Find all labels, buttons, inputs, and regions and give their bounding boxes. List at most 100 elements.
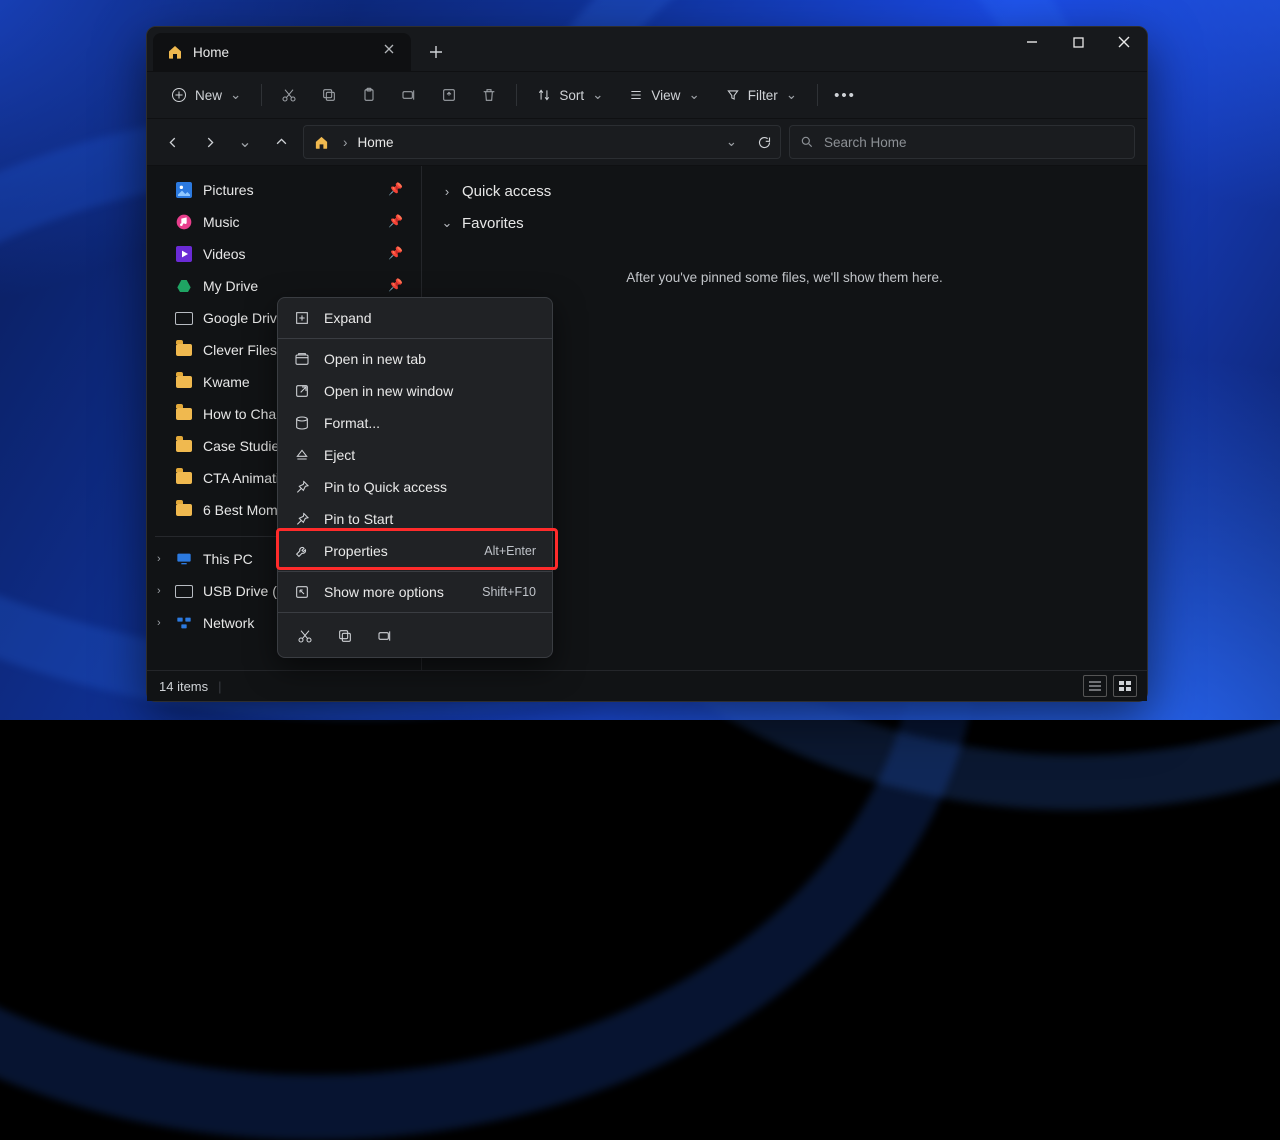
ctx-label: Show more options [324, 584, 444, 600]
ctx-label: Open in new tab [324, 351, 426, 367]
new-label: New [195, 88, 222, 103]
ctx-label: Open in new window [324, 383, 453, 399]
home-icon [314, 135, 329, 150]
ctx-expand[interactable]: Expand [278, 302, 552, 334]
new-tab-button[interactable] [421, 37, 451, 67]
ctx-show-more[interactable]: Show more options Shift+F10 [278, 576, 552, 608]
rename-button[interactable] [392, 80, 426, 110]
pictures-icon [175, 181, 193, 199]
cut-button[interactable] [272, 80, 306, 110]
back-button[interactable] [159, 128, 187, 156]
maximize-button[interactable] [1055, 27, 1101, 57]
ctx-label: Expand [324, 310, 371, 326]
empty-state-text: After you've pinned some files, we'll sh… [440, 270, 1129, 285]
sidebar-item-label: This PC [203, 551, 253, 567]
group-quick-access[interactable]: ›Quick access [440, 178, 1129, 204]
share-button[interactable] [432, 80, 466, 110]
chevron-down-icon: ⌄ [440, 215, 454, 231]
sort-button[interactable]: Sort ⌄ [527, 80, 613, 110]
folder-icon [175, 437, 193, 455]
separator [278, 612, 552, 613]
tab-title: Home [193, 45, 229, 60]
more-icon [294, 584, 310, 600]
ctx-pin-quick-access[interactable]: Pin to Quick access [278, 471, 552, 503]
ctx-cut-button[interactable] [294, 625, 316, 647]
sidebar-item-label: Music [203, 214, 240, 230]
forward-button[interactable] [195, 128, 223, 156]
refresh-button[interactable] [757, 135, 772, 150]
view-button[interactable]: View ⌄ [619, 80, 709, 110]
drive-icon [175, 582, 193, 600]
pin-icon: 📌 [388, 278, 403, 292]
ctx-label: Pin to Start [324, 511, 393, 527]
videos-icon [175, 245, 193, 263]
pc-icon [175, 550, 193, 568]
context-menu: Expand Open in new tab Open in new windo… [277, 297, 553, 658]
folder-icon [175, 405, 193, 423]
plus-circle-icon [171, 87, 187, 103]
chevron-down-icon: ⌄ [786, 87, 797, 103]
ctx-label: Format... [324, 415, 380, 431]
filter-button[interactable]: Filter ⌄ [716, 80, 807, 110]
home-icon [167, 44, 183, 60]
filter-icon [726, 88, 740, 102]
music-icon [175, 213, 193, 231]
drive-icon [175, 309, 193, 327]
tab-home[interactable]: Home [153, 33, 411, 71]
sidebar-item-label: Clever Files [203, 342, 277, 358]
sidebar-item-music[interactable]: Music📌 [151, 206, 415, 238]
sidebar-item-label: Kwame [203, 374, 250, 390]
ctx-eject[interactable]: Eject [278, 439, 552, 471]
sidebar-item-label: Case Studies [203, 438, 286, 454]
group-label: Quick access [462, 183, 551, 200]
separator [261, 84, 262, 106]
pin-icon [294, 479, 310, 495]
details-view-button[interactable] [1083, 675, 1107, 697]
folder-icon [175, 373, 193, 391]
separator [817, 84, 818, 106]
search-box[interactable]: Search Home [789, 125, 1135, 159]
sidebar-item-label: Network [203, 615, 254, 631]
chevron-down-icon: ⌄ [592, 87, 603, 103]
newwin-icon [294, 383, 310, 399]
view-icon [629, 88, 643, 102]
ctx-shortcut: Shift+F10 [482, 585, 536, 599]
sidebar-item-pictures[interactable]: Pictures📌 [151, 174, 415, 206]
view-label: View [651, 88, 680, 103]
sidebar-item-videos[interactable]: Videos📌 [151, 238, 415, 270]
chevron-right-icon: › [157, 585, 161, 597]
ctx-format[interactable]: Format... [278, 407, 552, 439]
paste-button[interactable] [352, 80, 386, 110]
delete-button[interactable] [472, 80, 506, 110]
group-label: Favorites [462, 215, 524, 232]
chevron-down-icon[interactable]: ⌄ [726, 134, 737, 150]
tiles-view-button[interactable] [1113, 675, 1137, 697]
ctx-open-new-window[interactable]: Open in new window [278, 375, 552, 407]
ctx-shortcut: Alt+Enter [484, 544, 536, 558]
close-button[interactable] [1101, 27, 1147, 57]
tab-close-icon[interactable] [383, 43, 401, 61]
pin-icon: 📌 [388, 246, 403, 260]
recent-locations-button[interactable]: ⌄ [231, 128, 259, 156]
up-button[interactable] [267, 128, 295, 156]
copy-button[interactable] [312, 80, 346, 110]
address-segment[interactable]: Home [358, 135, 394, 150]
window-controls [1009, 27, 1147, 57]
minimize-button[interactable] [1009, 27, 1055, 57]
command-toolbar: New ⌄ Sort ⌄ View ⌄ Filter ⌄ ••• [147, 71, 1147, 118]
more-button[interactable]: ••• [828, 80, 862, 110]
chevron-down-icon: ⌄ [230, 87, 241, 103]
ctx-open-new-tab[interactable]: Open in new tab [278, 343, 552, 375]
ctx-copy-button[interactable] [334, 625, 356, 647]
new-button[interactable]: New ⌄ [161, 80, 251, 110]
layout-switcher [1083, 675, 1137, 697]
chevron-down-icon: ⌄ [688, 87, 699, 103]
ctx-rename-button[interactable] [374, 625, 396, 647]
ctx-pin-start[interactable]: Pin to Start [278, 503, 552, 535]
ctx-properties[interactable]: Properties Alt+Enter [278, 535, 552, 567]
group-favorites[interactable]: ⌄ Favorites [440, 210, 1129, 236]
address-bar[interactable]: › Home ⌄ [303, 125, 781, 159]
nav-row: ⌄ › Home ⌄ Search Home [147, 118, 1147, 165]
ctx-label: Pin to Quick access [324, 479, 447, 495]
status-bar: 14 items | [147, 670, 1147, 701]
